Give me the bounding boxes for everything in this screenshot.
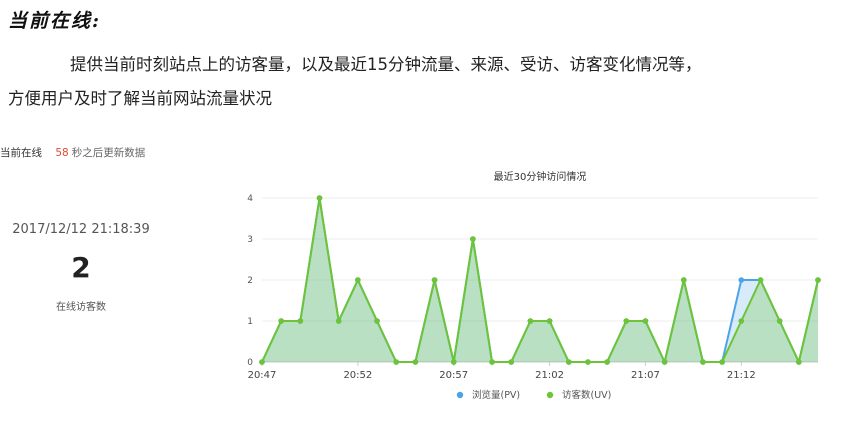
data-point-1 <box>431 277 438 283</box>
data-point-1 <box>278 318 284 324</box>
data-point-1 <box>604 359 610 365</box>
legend-marker-1 <box>546 391 554 399</box>
data-point-1 <box>757 277 764 283</box>
data-point-1 <box>796 359 802 365</box>
data-point-1 <box>393 359 400 365</box>
y-tick-label: 1 <box>247 317 253 327</box>
data-point-1 <box>623 318 630 324</box>
data-point-1 <box>316 195 323 201</box>
data-point-1 <box>585 359 591 365</box>
data-point-1 <box>700 359 706 365</box>
data-point-1 <box>412 359 419 365</box>
data-point-1 <box>642 318 649 324</box>
data-point-1 <box>450 359 457 365</box>
data-point-1 <box>335 318 342 324</box>
legend-marker-0 <box>456 391 464 399</box>
data-point-1 <box>355 277 361 283</box>
x-tick-label: 21:02 <box>535 370 564 381</box>
y-tick-label: 2 <box>247 276 253 286</box>
y-tick-label: 4 <box>247 194 253 204</box>
y-tick-label: 0 <box>247 358 253 368</box>
data-point-1 <box>470 236 476 242</box>
data-point-1 <box>815 277 821 283</box>
data-point-1 <box>527 318 534 324</box>
legend-label-1: 访客数(UV) <box>562 389 611 401</box>
visits-chart: 最近30分钟访问情况 0 1 2 3 4 20:47 20:52 20:57 21:02 21:07… <box>247 170 821 401</box>
data-point-1 <box>776 318 783 324</box>
data-point-1 <box>508 359 515 365</box>
x-tick-label: 21:07 <box>631 370 660 381</box>
data-point-1 <box>297 318 304 324</box>
data-point-1 <box>374 318 380 324</box>
data-point-1 <box>546 318 553 324</box>
x-tick-label: 21:12 <box>727 370 756 381</box>
x-tick-label: 20:57 <box>439 370 468 381</box>
legend-label-0: 浏览量(PV) <box>472 389 520 401</box>
data-point-1 <box>259 359 265 365</box>
chart-title: 最近30分钟访问情况 <box>494 170 587 183</box>
x-tick-label: 20:52 <box>343 370 372 381</box>
data-point-0 <box>738 277 745 283</box>
data-point-1 <box>489 359 495 365</box>
data-point-1 <box>565 359 572 365</box>
data-point-1 <box>719 359 725 365</box>
data-point-1 <box>738 318 745 324</box>
data-point-1 <box>661 359 668 365</box>
y-tick-label: 3 <box>247 235 253 245</box>
data-point-1 <box>680 277 687 283</box>
x-tick-label: 20:47 <box>248 370 277 381</box>
